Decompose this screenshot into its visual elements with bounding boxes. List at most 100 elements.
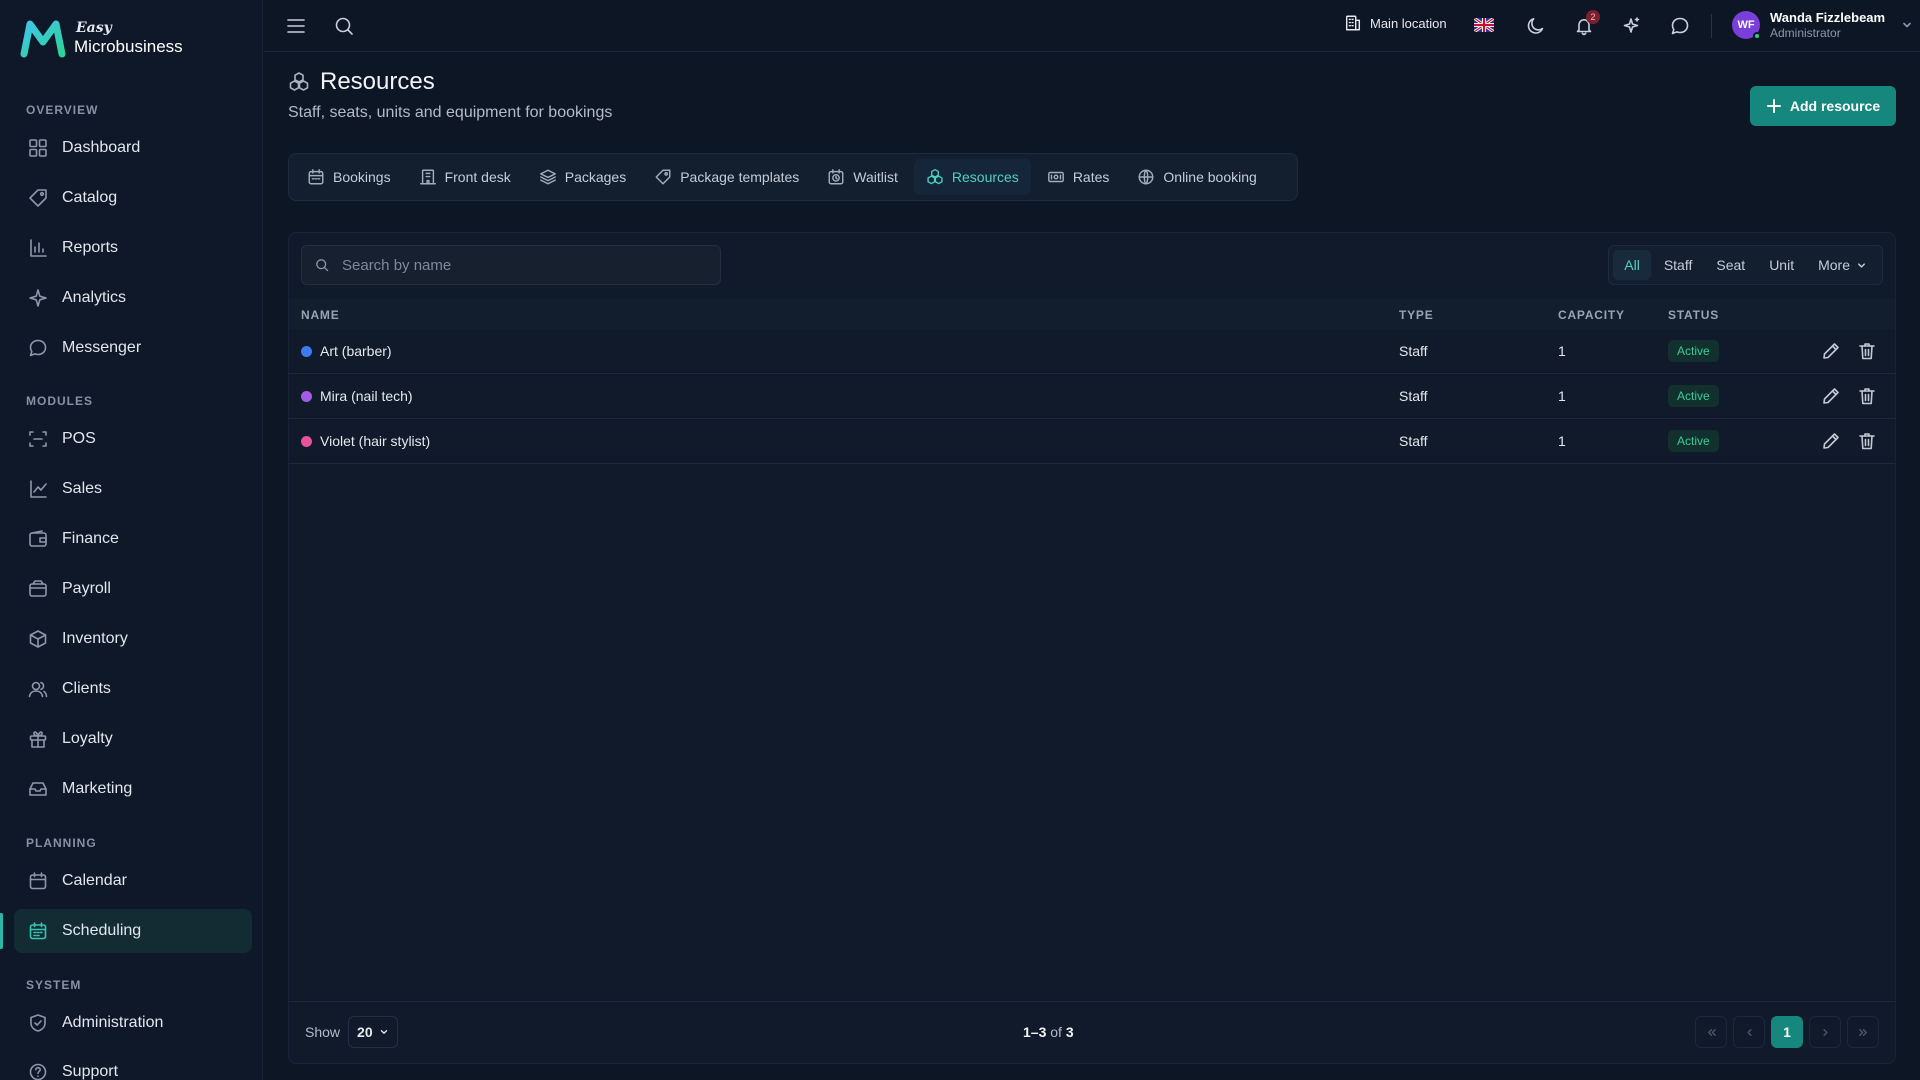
sidebar-item-administration[interactable]: Administration <box>14 1001 252 1045</box>
user-menu[interactable]: WF Wanda Fizzlebeam Administrator <box>1732 10 1913 40</box>
administration-icon <box>30 1014 46 1032</box>
tab-label: Waitlist <box>853 169 898 185</box>
tab-front-desk[interactable]: Front desk <box>407 159 523 195</box>
sidebar-item-loyalty[interactable]: Loyalty <box>14 717 252 761</box>
table-header: NAME TYPE CAPACITY STATUS <box>289 299 1895 329</box>
ai-assistant-button[interactable] <box>1622 16 1642 36</box>
prev-page-button[interactable] <box>1733 1016 1765 1048</box>
tab-label: Packages <box>564 169 627 185</box>
sidebar-item-reports[interactable]: Reports <box>14 226 252 270</box>
sidebar-item-calendar[interactable]: Calendar <box>14 859 252 903</box>
table-row[interactable]: Mira (nail tech) Staff 1 Active <box>289 374 1895 419</box>
resource-color-dot <box>301 345 312 357</box>
sidebar: Easy Microbusiness OVERVIEW Dashboard Ca… <box>0 0 263 1080</box>
sidebar-item-scheduling[interactable]: Scheduling <box>14 909 252 953</box>
tab-label: Package templates <box>680 169 800 185</box>
sidebar-item-finance[interactable]: Finance <box>14 517 252 561</box>
language-flag-icon[interactable] <box>1474 18 1494 32</box>
tab-package-templates[interactable]: Package templates <box>642 159 811 195</box>
active-indicator <box>0 913 3 949</box>
notifications-button[interactable]: 2 <box>1574 10 1600 36</box>
search-field[interactable] <box>301 245 721 285</box>
tab-label: Online booking <box>1163 169 1257 185</box>
sidebar-item-analytics[interactable]: Analytics <box>14 276 252 320</box>
first-page-button[interactable] <box>1695 1016 1727 1048</box>
resource-type: Staff <box>1399 343 1428 359</box>
delete-button[interactable] <box>1857 431 1877 451</box>
chat-button[interactable] <box>1670 16 1690 36</box>
tab-rates[interactable]: Rates <box>1035 159 1122 195</box>
resources-icon <box>927 168 943 185</box>
rates-icon <box>1047 171 1064 183</box>
edit-button[interactable] <box>1821 386 1841 406</box>
tab-packages[interactable]: Packages <box>527 159 638 195</box>
brand-logo[interactable]: Easy Microbusiness <box>20 18 183 58</box>
location-selector[interactable]: Main location <box>1344 14 1447 32</box>
page-button-current[interactable]: 1 <box>1771 1016 1803 1048</box>
avatar-initials: WF <box>1737 18 1755 31</box>
tab-bookings[interactable]: Bookings <box>295 159 403 195</box>
delete-button[interactable] <box>1857 341 1877 361</box>
sidebar-item-messenger[interactable]: Messenger <box>14 326 252 370</box>
tab-waitlist[interactable]: Waitlist <box>815 159 910 195</box>
sidebar-item-support[interactable]: Support <box>14 1050 252 1080</box>
support-icon <box>29 1063 47 1080</box>
sidebar-item-label: Inventory <box>62 630 128 647</box>
notifications-count-badge: 2 <box>1586 10 1600 24</box>
location-label: Main location <box>1370 15 1447 31</box>
table-row[interactable]: Art (barber) Staff 1 Active <box>289 329 1895 374</box>
column-header-capacity[interactable]: CAPACITY <box>1558 308 1625 322</box>
logo-mark-icon <box>20 20 66 58</box>
edit-button[interactable] <box>1821 431 1841 451</box>
sidebar-item-label: Reports <box>62 239 119 256</box>
last-page-button[interactable] <box>1847 1016 1879 1048</box>
sidebar-item-label: Administration <box>62 1014 164 1031</box>
add-resource-button[interactable]: Add resource <box>1750 86 1896 126</box>
page-size-select[interactable]: 20 <box>348 1016 398 1048</box>
sidebar-item-dashboard[interactable]: Dashboard <box>14 126 252 170</box>
tab-online-booking[interactable]: Online booking <box>1125 159 1268 195</box>
column-header-name[interactable]: NAME <box>301 308 340 322</box>
filter-all[interactable]: All <box>1613 250 1651 280</box>
next-page-button[interactable] <box>1809 1016 1841 1048</box>
sidebar-item-catalog[interactable]: Catalog <box>14 176 252 220</box>
sidebar-item-label: Catalog <box>62 189 118 206</box>
resource-type: Staff <box>1399 433 1428 449</box>
filter-seat[interactable]: Seat <box>1705 250 1756 280</box>
pagination: 1 <box>1695 1016 1879 1048</box>
sidebar-item-clients[interactable]: Clients <box>14 667 252 711</box>
chevrons-right-icon <box>1858 1028 1867 1036</box>
sidebar-item-marketing[interactable]: Marketing <box>14 767 252 811</box>
menu-toggle-button[interactable] <box>284 14 308 38</box>
nav-section-planning: PLANNING <box>26 836 97 850</box>
page-title: Resources <box>288 68 435 96</box>
filter-staff[interactable]: Staff <box>1653 250 1704 280</box>
edit-button[interactable] <box>1821 341 1841 361</box>
tab-label: Resources <box>951 169 1019 185</box>
tab-resources[interactable]: Resources <box>913 159 1031 195</box>
filter-unit[interactable]: Unit <box>1758 250 1805 280</box>
search-input[interactable] <box>342 256 702 274</box>
column-header-type[interactable]: TYPE <box>1399 308 1434 322</box>
pos-icon <box>29 431 47 447</box>
filter-more-dropdown[interactable]: More <box>1807 250 1878 280</box>
sidebar-item-inventory[interactable]: Inventory <box>14 617 252 661</box>
resource-color-dot <box>301 390 312 402</box>
delete-button[interactable] <box>1857 386 1877 406</box>
global-search-button[interactable] <box>332 14 356 38</box>
column-header-status[interactable]: STATUS <box>1668 308 1719 322</box>
sidebar-item-sales[interactable]: Sales <box>14 467 252 511</box>
trash-icon <box>1859 343 1875 360</box>
sidebar-item-label: Clients <box>62 680 111 697</box>
topbar-divider <box>1711 14 1712 38</box>
sidebar-item-payroll[interactable]: Payroll <box>14 567 252 611</box>
pencil-icon <box>1823 343 1839 359</box>
sidebar-item-label: Support <box>62 1063 119 1080</box>
sidebar-item-label: Loyalty <box>62 730 113 747</box>
table-row[interactable]: Violet (hair stylist) Staff 1 Active <box>289 419 1895 464</box>
sidebar-item-pos[interactable]: POS <box>14 417 252 461</box>
loyalty-icon <box>29 731 47 748</box>
status-badge: Active <box>1668 430 1719 452</box>
theme-toggle-button[interactable] <box>1526 16 1546 36</box>
chevron-down-icon <box>1903 22 1911 28</box>
